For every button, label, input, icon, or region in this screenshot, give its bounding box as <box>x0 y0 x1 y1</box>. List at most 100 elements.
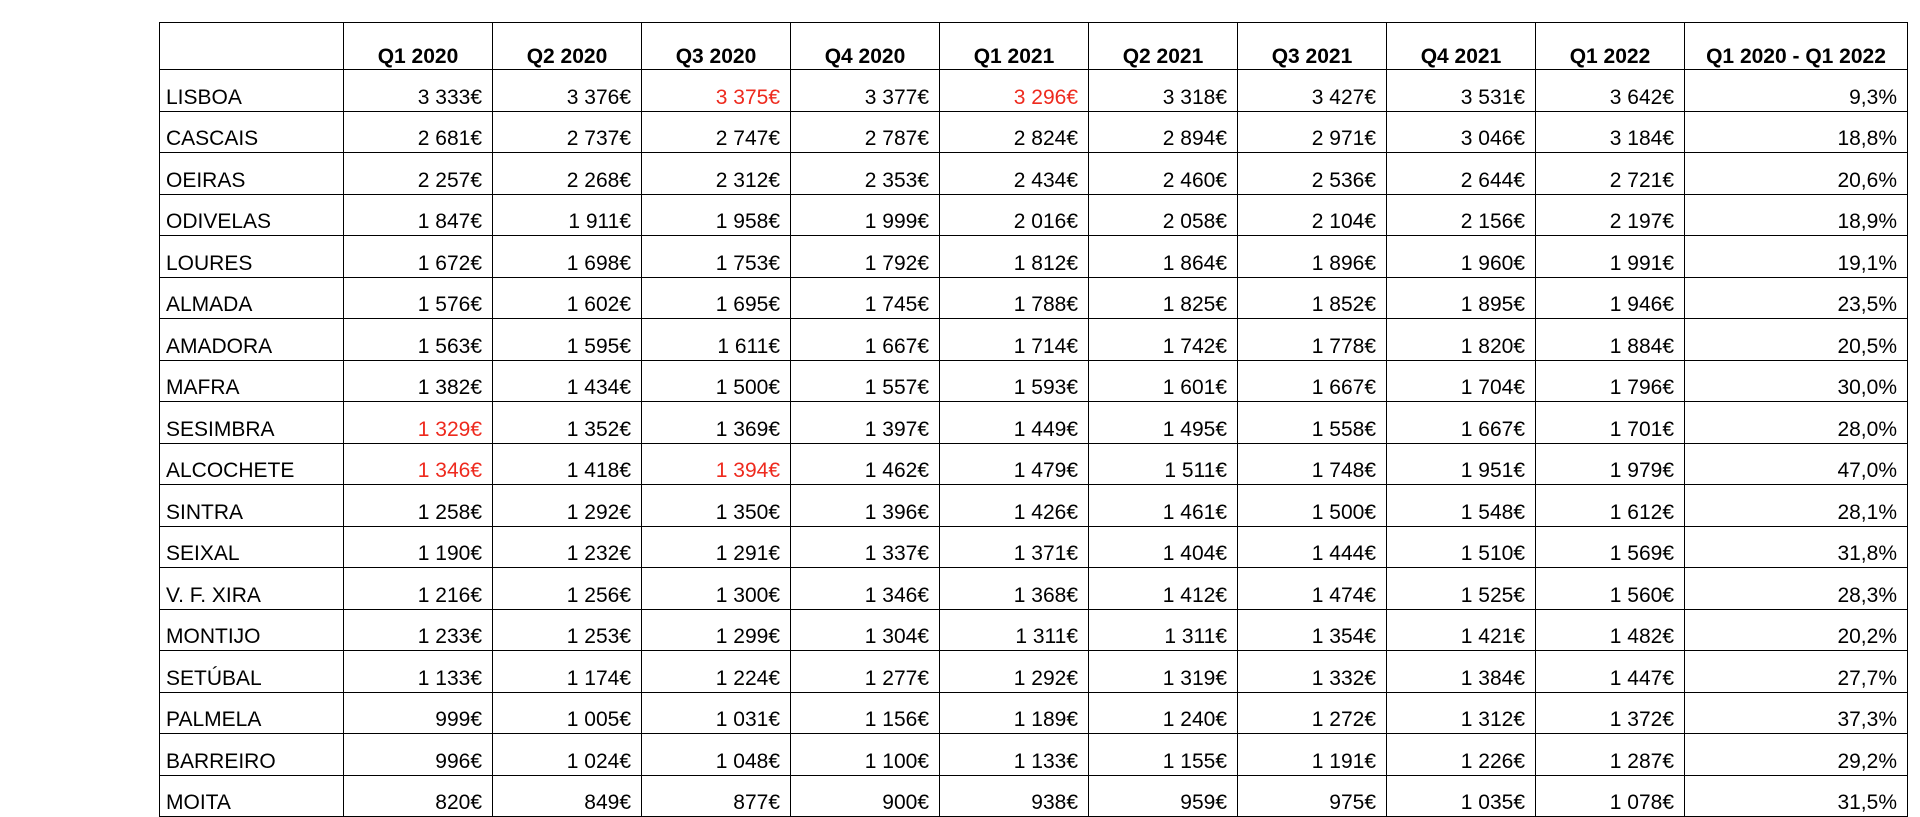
price-cell: 1 005€ <box>492 691 642 734</box>
change-cell: 28,0% <box>1684 401 1908 444</box>
price-cell: 1 434€ <box>492 359 642 402</box>
price-cell: 1 233€ <box>343 608 493 651</box>
price-cell: 1 100€ <box>790 733 940 776</box>
price-cell: 3 377€ <box>790 69 940 112</box>
municipality-name: MOITA <box>159 774 344 817</box>
table-row: PALMELA 999€ 1 005€ 1 031€ 1 156€ 1 189€ 1 240… <box>159 691 1908 734</box>
price-cell: 1 595€ <box>492 318 642 361</box>
price-cell: 1 511€ <box>1088 442 1238 485</box>
price-cell: 1 495€ <box>1088 401 1238 444</box>
price-cell: 1 412€ <box>1088 567 1238 610</box>
change-cell: 28,3% <box>1684 567 1908 610</box>
price-cell: 1 714€ <box>939 318 1089 361</box>
price-cell: 3 427€ <box>1237 69 1387 112</box>
price-cell: 1 896€ <box>1237 235 1387 278</box>
table-row: MONTIJO 1 233€ 1 253€ 1 299€ 1 304€ 1 311€ 1 3… <box>159 608 1908 651</box>
price-cell: 1 911€ <box>492 193 642 236</box>
price-cell: 1 946€ <box>1535 276 1685 319</box>
price-cell: 1 602€ <box>492 276 642 319</box>
price-cell: 1 190€ <box>343 525 493 568</box>
price-cell: 1 447€ <box>1535 650 1685 693</box>
price-cell: 1 748€ <box>1237 442 1387 485</box>
table-row: ODIVELAS 1 847€ 1 911€ 1 958€ 1 999€ 2 016€ 2 … <box>159 193 1908 236</box>
table-row: SETÚBAL 1 133€ 1 174€ 1 224€ 1 277€ 1 292€ 1 3… <box>159 650 1908 693</box>
price-cell: 2 971€ <box>1237 110 1387 153</box>
price-cell: 1 698€ <box>492 235 642 278</box>
price-cell: 1 240€ <box>1088 691 1238 734</box>
change-cell: 23,5% <box>1684 276 1908 319</box>
price-cell: 1 612€ <box>1535 484 1685 527</box>
price-cell: 1 216€ <box>343 567 493 610</box>
header-q4-2021: Q4 2021 <box>1386 22 1536 70</box>
price-cell: 1 560€ <box>1535 567 1685 610</box>
municipality-name: SEIXAL <box>159 525 344 568</box>
price-cell: 1 048€ <box>641 733 791 776</box>
municipality-name: MONTIJO <box>159 608 344 651</box>
change-cell: 28,1% <box>1684 484 1908 527</box>
price-cell: 3 046€ <box>1386 110 1536 153</box>
price-cell: 1 024€ <box>492 733 642 776</box>
price-cell: 1 796€ <box>1535 359 1685 402</box>
municipality-name: ALMADA <box>159 276 344 319</box>
price-cell: 1 847€ <box>343 193 493 236</box>
price-cell: 1 078€ <box>1535 774 1685 817</box>
price-cell: 2 434€ <box>939 152 1089 195</box>
price-cell: 1 232€ <box>492 525 642 568</box>
price-cell: 1 951€ <box>1386 442 1536 485</box>
price-cell: 2 536€ <box>1237 152 1387 195</box>
price-cell: 1 462€ <box>790 442 940 485</box>
price-cell: 1 792€ <box>790 235 940 278</box>
change-cell: 27,7% <box>1684 650 1908 693</box>
price-cell: 1 825€ <box>1088 276 1238 319</box>
price-cell: 1 461€ <box>1088 484 1238 527</box>
municipality-name: SETÚBAL <box>159 650 344 693</box>
table-row: OEIRAS 2 257€ 2 268€ 2 312€ 2 353€ 2 434€ 2 46… <box>159 152 1908 195</box>
price-cell: 1 404€ <box>1088 525 1238 568</box>
price-cell: 1 701€ <box>1535 401 1685 444</box>
price-cell: 1 960€ <box>1386 235 1536 278</box>
municipality-name: LOURES <box>159 235 344 278</box>
price-cell: 1 979€ <box>1535 442 1685 485</box>
header-q3-2020: Q3 2020 <box>641 22 791 70</box>
price-cell: 1 133€ <box>343 650 493 693</box>
price-cell: 1 035€ <box>1386 774 1536 817</box>
price-cell: 959€ <box>1088 774 1238 817</box>
table-row: LISBOA 3 333€ 3 376€ 3 375€ 3 377€ 3 296€ 3 31… <box>159 69 1908 112</box>
price-cell: 1 864€ <box>1088 235 1238 278</box>
price-cell: 1 449€ <box>939 401 1089 444</box>
price-table-container: Q1 2020 Q2 2020 Q3 2020 Q4 2020 Q1 2021 … <box>159 22 1908 817</box>
price-cell: 1 667€ <box>1237 359 1387 402</box>
change-cell: 18,8% <box>1684 110 1908 153</box>
price-cell: 2 312€ <box>641 152 791 195</box>
change-cell: 20,2% <box>1684 608 1908 651</box>
price-cell: 2 353€ <box>790 152 940 195</box>
price-cell: 1 382€ <box>343 359 493 402</box>
price-cell: 1 332€ <box>1237 650 1387 693</box>
price-cell: 1 287€ <box>1535 733 1685 776</box>
price-cell: 2 747€ <box>641 110 791 153</box>
price-cell: 900€ <box>790 774 940 817</box>
price-cell: 2 787€ <box>790 110 940 153</box>
price-cell: 1 292€ <box>939 650 1089 693</box>
municipality-name: PALMELA <box>159 691 344 734</box>
table-row: MAFRA 1 382€ 1 434€ 1 500€ 1 557€ 1 593€ 1 601… <box>159 359 1908 402</box>
table-row: SESIMBRA 1 329€ 1 352€ 1 369€ 1 397€ 1 449€ 1 … <box>159 401 1908 444</box>
price-cell: 3 375€ <box>641 69 791 112</box>
price-cell: 3 296€ <box>939 69 1089 112</box>
price-cell: 1 672€ <box>343 235 493 278</box>
price-cell: 3 376€ <box>492 69 642 112</box>
municipality-name: ALCOCHETE <box>159 442 344 485</box>
price-cell: 1 525€ <box>1386 567 1536 610</box>
change-cell: 47,0% <box>1684 442 1908 485</box>
table-row: BARREIRO 996€ 1 024€ 1 048€ 1 100€ 1 133€ 1 15… <box>159 733 1908 776</box>
price-cell: 1 354€ <box>1237 608 1387 651</box>
price-cell: 1 346€ <box>343 442 493 485</box>
table-row: MOITA 820€ 849€ 877€ 900€ 938€ 959€ 975€ 1 035€ 1… <box>159 774 1908 817</box>
change-cell: 31,5% <box>1684 774 1908 817</box>
price-cell: 849€ <box>492 774 642 817</box>
price-cell: 3 318€ <box>1088 69 1238 112</box>
price-cell: 1 311€ <box>1088 608 1238 651</box>
price-cell: 1 226€ <box>1386 733 1536 776</box>
change-cell: 18,9% <box>1684 193 1908 236</box>
price-cell: 2 460€ <box>1088 152 1238 195</box>
